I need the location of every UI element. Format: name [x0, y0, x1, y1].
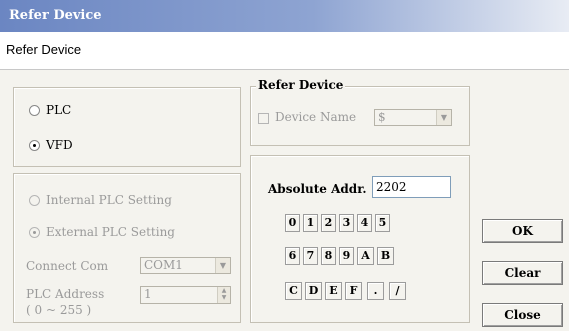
plc-address-value: 1 [144, 287, 152, 301]
title-bar: Refer Device [0, 0, 569, 32]
chevron-down-icon[interactable]: ▼ [215, 258, 230, 273]
plc-radio-label: PLC [46, 103, 72, 117]
external-plc-radio-dot[interactable] [29, 226, 40, 238]
dialog-subtitle-text: Refer Device [6, 42, 82, 57]
device-value: $ [378, 110, 386, 124]
key-slash[interactable]: / [389, 282, 406, 300]
device-type-panel [13, 87, 241, 167]
device-name-label: Device Name [275, 110, 357, 124]
vfd-radio[interactable]: VFD [29, 138, 73, 152]
close-button[interactable]: Close [482, 303, 563, 327]
key-f[interactable]: F [345, 282, 362, 300]
refer-device-legend: Refer Device [256, 78, 346, 92]
clear-button[interactable]: Clear [482, 261, 563, 285]
connect-com-select[interactable]: COM1 ▼ [140, 257, 231, 274]
external-plc-label: External PLC Setting [46, 225, 175, 239]
key-7[interactable]: 7 [303, 247, 318, 265]
key-2[interactable]: 2 [321, 214, 336, 232]
chevron-down-icon[interactable]: ▼ [436, 110, 451, 125]
internal-plc-radio-dot[interactable] [29, 194, 40, 206]
connect-com-label: Connect Com [26, 259, 109, 273]
absolute-addr-label: Absolute Addr. [268, 182, 367, 196]
dialog-subtitle: Refer Device [0, 32, 569, 70]
vfd-radio-label: VFD [46, 138, 73, 152]
plc-address-label: PLC Address [26, 287, 105, 301]
plc-address-range: ( 0 ~ 255 ) [26, 303, 92, 317]
device-select[interactable]: $ ▼ [374, 109, 452, 126]
key-a[interactable]: A [357, 247, 374, 265]
vfd-radio-dot[interactable] [29, 139, 40, 151]
plc-radio[interactable]: PLC [29, 103, 71, 117]
ok-button[interactable]: OK [482, 219, 563, 243]
key-5[interactable]: 5 [375, 214, 390, 232]
internal-plc-radio[interactable]: Internal PLC Setting [29, 193, 172, 207]
device-name-checkbox[interactable] [258, 113, 269, 124]
internal-plc-label: Internal PLC Setting [46, 193, 172, 207]
key-1[interactable]: 1 [303, 214, 318, 232]
key-e[interactable]: E [325, 282, 342, 300]
key-4[interactable]: 4 [357, 214, 372, 232]
plc-address-spinner[interactable]: 1 ▲ ▼ [140, 286, 231, 304]
spinner-up-icon[interactable]: ▲ [218, 287, 230, 294]
key-9[interactable]: 9 [339, 247, 354, 265]
plc-radio-dot[interactable] [29, 104, 40, 116]
absolute-addr-value: 2202 [376, 180, 407, 194]
spinner-arrows[interactable]: ▲ ▼ [217, 287, 230, 303]
key-0[interactable]: 0 [285, 214, 300, 232]
key-3[interactable]: 3 [339, 214, 354, 232]
key-d[interactable]: D [305, 282, 322, 300]
connect-com-value: COM1 [144, 258, 183, 272]
spinner-down-icon[interactable]: ▼ [218, 294, 230, 301]
key-b[interactable]: B [377, 247, 394, 265]
window-title: Refer Device [9, 8, 102, 23]
external-plc-radio[interactable]: External PLC Setting [29, 225, 175, 239]
absolute-addr-input[interactable]: 2202 [372, 176, 451, 198]
key-dot[interactable]: . [367, 282, 384, 300]
key-8[interactable]: 8 [321, 247, 336, 265]
key-6[interactable]: 6 [285, 247, 300, 265]
key-c[interactable]: C [285, 282, 302, 300]
